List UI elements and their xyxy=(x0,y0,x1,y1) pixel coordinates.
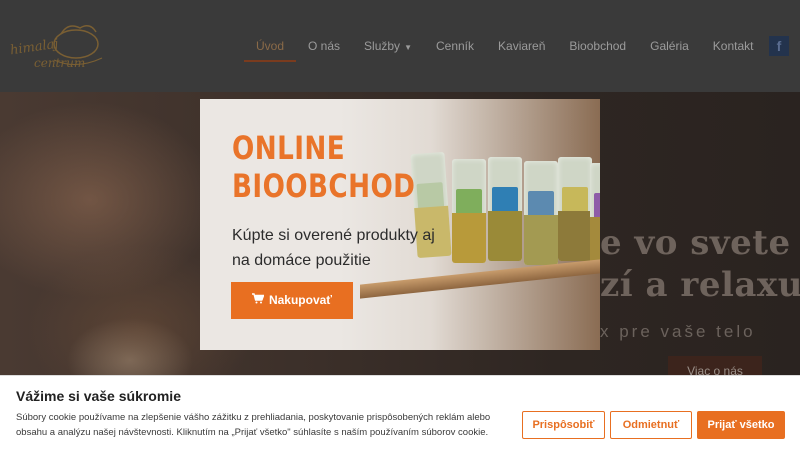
chevron-down-icon: ▼ xyxy=(404,43,412,52)
shopping-cart-icon xyxy=(251,282,265,319)
nav-item-bioobchod[interactable]: Bioobchod xyxy=(557,36,638,60)
accept-all-button[interactable]: Prijať všetko xyxy=(697,411,785,439)
product-pack-image xyxy=(590,163,600,267)
hero-heading-line-1: e vo svete xyxy=(600,223,791,263)
popup-title: ONLINE BIOOBCHOD xyxy=(232,129,415,205)
site-header: himalaj centrum Úvod O nás Služby ▼ Cenní… xyxy=(0,0,800,92)
nav-label: Úvod xyxy=(256,39,285,53)
promo-popup: ONLINE BIOOBCHOD Kúpte si overené produk… xyxy=(200,99,600,350)
cookie-title: Vážime si vaše súkromie xyxy=(16,388,181,404)
site-logo[interactable]: himalaj centrum xyxy=(6,20,106,74)
popup-title-line-1: ONLINE xyxy=(232,129,346,167)
nav-item-sluzby[interactable]: Služby ▼ xyxy=(352,36,424,60)
nav-label: Služby xyxy=(364,39,401,53)
shop-now-button[interactable]: Nakupovať xyxy=(231,282,353,319)
popup-description: Kúpte si overené produkty aj na domáce p… xyxy=(232,227,435,269)
nav-item-uvod[interactable]: Úvod xyxy=(244,36,297,62)
product-pack-image xyxy=(452,159,486,263)
nav-item-kaviaren[interactable]: Kaviareň xyxy=(486,36,557,60)
nav-label: Galéria xyxy=(650,39,689,53)
nav-item-kontakt[interactable]: Kontakt xyxy=(701,36,766,60)
facebook-icon[interactable]: f xyxy=(769,36,789,56)
hero-heading-line-2: zí a relaxu xyxy=(600,265,800,305)
nav-item-cennik[interactable]: Cenník xyxy=(424,36,486,60)
reject-button[interactable]: Odmietnuť xyxy=(610,411,692,439)
cookie-consent-bar: Vážime si vaše súkromie Súbory cookie po… xyxy=(0,375,800,450)
logo-text-centrum: centrum xyxy=(34,56,86,70)
nav-label: O nás xyxy=(308,39,341,53)
cookie-description: Súbory cookie používame na zlepšenie váš… xyxy=(16,412,491,438)
shop-now-label: Nakupovať xyxy=(268,293,333,307)
nav-label: Bioobchod xyxy=(569,39,627,53)
product-pack-image xyxy=(488,157,522,261)
main-nav: Úvod O nás Služby ▼ Cenník Kaviareň Bioob… xyxy=(244,36,766,62)
nav-label: Kaviareň xyxy=(498,39,546,53)
nav-label: Kontakt xyxy=(712,39,754,53)
hero-heading: e vo svete zí a relaxu xyxy=(600,222,800,306)
product-pack-image xyxy=(524,161,558,265)
hero-subtitle: x pre vaše telo xyxy=(600,322,756,341)
product-pack-image xyxy=(558,157,592,261)
nav-item-o-nas[interactable]: O nás xyxy=(296,36,352,60)
nav-label: Cenník xyxy=(435,39,475,53)
customize-button[interactable]: Prispôsobiť xyxy=(522,411,605,439)
popup-title-line-2: BIOOBCHOD xyxy=(232,167,416,205)
nav-item-galeria[interactable]: Galéria xyxy=(638,36,701,60)
